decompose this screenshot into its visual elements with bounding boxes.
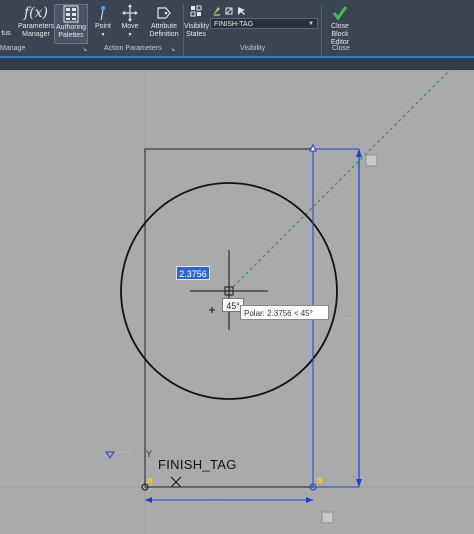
point-dropdown-icon: ▼ (100, 32, 106, 38)
dimension-arrow (145, 497, 152, 503)
dimension-arrow (356, 149, 362, 157)
faint-dimension-label: ········ (208, 499, 224, 505)
close-block-editor-button[interactable]: Close Block Editor (322, 4, 358, 47)
block-attribute-text[interactable]: FINISH_TAG (158, 457, 237, 472)
attribute-tag-icon (157, 7, 171, 19)
ucs-y-label: Y (146, 449, 152, 459)
grip-square[interactable] (147, 478, 152, 483)
dimension-arrow (356, 479, 362, 487)
action-badge-icon[interactable] (321, 511, 334, 524)
point-button[interactable]: Point ▼ (92, 4, 114, 39)
dynamic-input-field[interactable]: 2.3756 (176, 266, 210, 280)
parameter-grip[interactable] (309, 143, 317, 152)
group-manage-label: Manage (0, 45, 26, 52)
panel-expand-icon[interactable]: ↘ (82, 46, 87, 53)
action-badge-icon[interactable] (365, 154, 378, 167)
visibility-state-select[interactable]: FINISH-TAG ▼ (210, 18, 318, 29)
visibility-tools-row (213, 7, 245, 16)
grip-square[interactable] (317, 478, 322, 483)
point-parameter-icon (100, 6, 105, 21)
group-action-parameters-label: Action Parameters (104, 45, 162, 52)
make-visible-icon[interactable] (213, 7, 220, 16)
faint-dimension-label: ········ (338, 316, 354, 322)
point-label: Point (95, 23, 111, 30)
status-label: tus (1, 30, 11, 37)
group-close-label: Close (332, 45, 350, 52)
close-block-editor-label: Close Block Editor (330, 23, 350, 46)
attribute-definition-button[interactable]: Attribute Definition (146, 4, 182, 39)
move-dropdown-icon: ▼ (127, 32, 133, 38)
chevron-down-icon: ▼ (308, 21, 314, 27)
faint-parameter-label: ········ (116, 450, 132, 456)
ribbon: tus f(x) Parameters Manager Authoring Pa… (0, 0, 474, 56)
lookup-grip-icon[interactable] (105, 451, 115, 459)
palettes-icon (63, 5, 79, 23)
parameters-manager-label: Parameters Manager (18, 23, 55, 38)
authoring-palettes-label: Authoring Palettes (56, 24, 86, 39)
group-visibility-label: Visibility (240, 45, 266, 52)
visibility-states-button[interactable]: Visibility States (184, 4, 210, 39)
move-icon (122, 4, 138, 22)
attribute-definition-label: Attribute Definition (149, 23, 179, 38)
status-button[interactable]: tus (0, 30, 12, 38)
polar-tracking-line (228, 70, 451, 292)
panel-expand-icon[interactable]: ↘ (170, 46, 175, 53)
polar-tracking-tooltip: Polar: 2.3756 < 45° (240, 305, 329, 320)
authoring-palettes-button[interactable]: Authoring Palettes (54, 4, 88, 44)
parameters-manager-button[interactable]: f(x) Parameters Manager (18, 4, 54, 39)
visibility-states-icon (190, 5, 202, 17)
visibility-mode-icon[interactable] (238, 7, 245, 15)
move-label: Move (121, 23, 139, 30)
visibility-state-value: FINISH-TAG (214, 21, 254, 28)
make-invisible-icon[interactable] (225, 7, 233, 15)
function-icon: f(x) (23, 5, 48, 21)
checkmark-icon (332, 6, 348, 21)
move-button[interactable]: Move ▼ (118, 4, 142, 39)
dimension-arrow (306, 497, 313, 503)
ribbon-panel-strip (0, 58, 474, 70)
visibility-states-label: Visibility States (184, 23, 210, 38)
